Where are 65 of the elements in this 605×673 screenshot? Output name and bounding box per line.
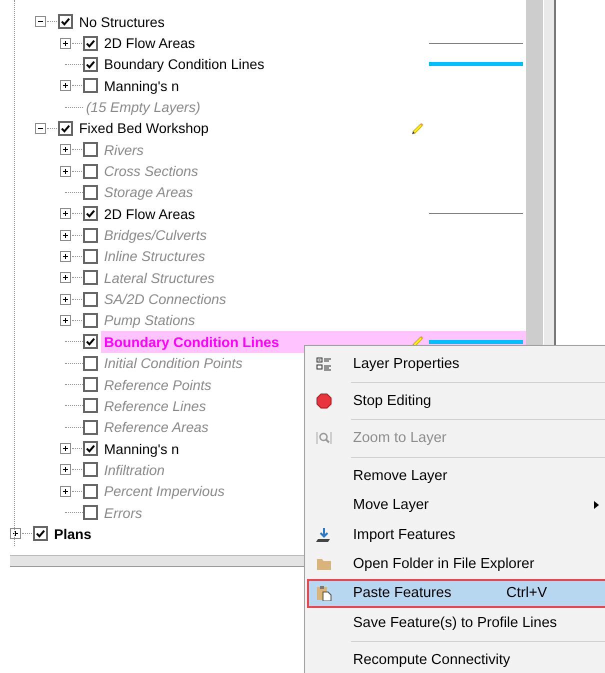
layer-label[interactable]: Fixed Bed Workshop <box>79 120 209 136</box>
checkbox[interactable] <box>83 462 98 478</box>
expand-icon[interactable] <box>60 272 71 284</box>
stop-icon <box>316 393 332 410</box>
checkbox[interactable] <box>83 420 98 435</box>
expand-icon[interactable] <box>10 528 21 540</box>
expand-icon[interactable] <box>60 144 71 156</box>
checkbox[interactable] <box>83 78 98 94</box>
layer-label[interactable]: 2D Flow Areas <box>104 206 196 222</box>
checkbox[interactable] <box>83 228 98 243</box>
expand-icon[interactable] <box>60 314 71 326</box>
layer-label[interactable]: Plans <box>54 526 92 542</box>
checkbox[interactable] <box>58 14 73 30</box>
empty-layers-note: (15 Empty Layers) <box>86 99 200 116</box>
checkbox[interactable] <box>83 270 98 286</box>
expand-icon[interactable] <box>60 486 71 497</box>
checkbox[interactable] <box>58 120 73 136</box>
checkbox[interactable] <box>83 356 98 371</box>
layer-label[interactable]: No Structures <box>79 14 165 30</box>
collapse-icon[interactable] <box>35 16 46 28</box>
checkbox[interactable] <box>83 441 98 456</box>
expand-icon[interactable] <box>60 294 71 305</box>
checkbox[interactable] <box>83 398 98 414</box>
checkbox[interactable] <box>83 248 98 264</box>
menu-item[interactable]: Move Layer <box>307 490 605 520</box>
zoom-icon <box>316 430 332 446</box>
properties-icon <box>316 356 332 372</box>
layer-label[interactable]: Boundary Condition Lines <box>104 56 264 72</box>
folder-icon <box>316 556 332 572</box>
checkbox[interactable] <box>83 36 98 51</box>
menu-item[interactable]: Recompute Connectivity <box>307 646 605 673</box>
menu-item[interactable]: Paste Features Ctrl+V <box>307 578 605 608</box>
menu-item[interactable]: Remove Layer <box>307 461 605 491</box>
checkbox[interactable] <box>83 206 98 222</box>
checkbox[interactable] <box>83 312 98 328</box>
checkbox[interactable] <box>83 292 98 307</box>
menu-item[interactable]: Import Features <box>307 520 605 550</box>
checkbox[interactable] <box>83 377 98 392</box>
expand-icon[interactable] <box>60 166 71 177</box>
layer-label[interactable]: Manning's n <box>104 78 180 94</box>
checkbox[interactable] <box>33 526 48 542</box>
collapse-icon[interactable] <box>35 122 46 134</box>
checkbox[interactable] <box>83 142 98 158</box>
checkbox[interactable] <box>83 56 98 72</box>
paste-icon <box>316 585 332 602</box>
layer-label[interactable]: Manning's n <box>104 440 180 457</box>
menu-item[interactable]: Layer Properties <box>307 349 605 378</box>
menu-item[interactable]: Save Feature(s) to Profile Lines <box>307 608 605 638</box>
expand-icon[interactable] <box>60 38 71 49</box>
checkbox[interactable] <box>83 505 98 520</box>
expand-icon[interactable] <box>60 230 71 241</box>
expand-icon[interactable] <box>60 208 71 220</box>
menu-item[interactable]: Open Folder in File Explorer <box>307 549 605 579</box>
expand-icon[interactable] <box>60 250 71 262</box>
expand-icon[interactable] <box>60 80 71 92</box>
checkbox[interactable] <box>83 334 98 350</box>
checkbox[interactable] <box>83 164 98 179</box>
layer-label[interactable]: 2D Flow Areas <box>104 35 196 52</box>
expand-icon[interactable] <box>60 443 71 454</box>
checkbox[interactable] <box>83 184 98 200</box>
import-icon <box>316 526 332 543</box>
menu-item[interactable]: Stop Editing <box>307 386 605 416</box>
expand-icon[interactable] <box>60 464 71 476</box>
submenu-arrow-icon <box>594 501 599 510</box>
checkbox[interactable] <box>83 484 98 499</box>
